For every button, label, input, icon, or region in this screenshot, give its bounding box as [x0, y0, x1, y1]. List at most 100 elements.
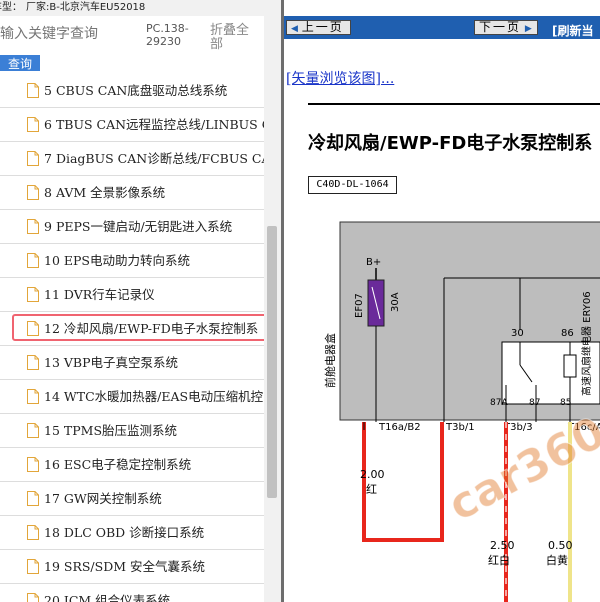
- list-item[interactable]: 15 TPMS胎压监测系统: [0, 414, 264, 448]
- list-item-number: 16: [44, 457, 60, 472]
- list-item[interactable]: 7 DiagBUS CAN诊断总线/FCBUS CAN: [0, 142, 264, 176]
- relay-label: 高速风扇继电器 ERY06: [580, 291, 593, 396]
- document-icon: [27, 321, 39, 336]
- wire-color-name: 红: [366, 483, 377, 496]
- box-label: 前舱电器盒: [323, 333, 337, 388]
- relay-pin-87: 87: [529, 398, 540, 408]
- document-icon: [27, 559, 39, 574]
- document-icon: [27, 151, 39, 166]
- vehicle-info-bar: 车型： 厂家:B-北京汽车EU52018: [0, 0, 281, 16]
- list-item[interactable]: 11 DVR行车记录仪: [0, 278, 264, 312]
- search-row: 查询 PC.138-29230 折叠全部: [0, 16, 281, 74]
- document-icon: [27, 253, 39, 268]
- pc-code: PC.138-29230: [146, 22, 189, 48]
- list-item[interactable]: 8 AVM 全景影像系统: [0, 176, 264, 210]
- list-item-text: DLC OBD 诊断接口系统: [63, 525, 205, 540]
- next-page-button[interactable]: 下一页 ▶: [474, 20, 538, 35]
- list-item-text: TPMS胎压监测系统: [63, 423, 178, 438]
- catalog-pane: 车型： 厂家:B-北京汽车EU52018 查询 PC.138-29230 折叠全…: [0, 0, 281, 602]
- list-item[interactable]: 19 SRS/SDM 安全气囊系统: [0, 550, 264, 584]
- document-icon: [27, 219, 39, 234]
- list-item-text: PEPS一键启动/无钥匙进入系统: [55, 219, 233, 234]
- list-item-number: 12: [44, 321, 60, 336]
- fuse-rating: 30A: [390, 292, 401, 312]
- list-item[interactable]: 9 PEPS一键启动/无钥匙进入系统: [0, 210, 264, 244]
- document-icon: [27, 355, 39, 370]
- relay-pin-30: 30: [511, 328, 524, 339]
- document-icon: [27, 593, 39, 602]
- prev-page-label: 上一页: [301, 20, 344, 34]
- document-icon: [27, 83, 39, 98]
- wire-gauge: 2.00: [360, 468, 385, 481]
- list-item-number: 13: [44, 355, 60, 370]
- list-item[interactable]: 17 GW网关控制系统: [0, 482, 264, 516]
- list-item-label: 20 ICM 组合仪表系统: [44, 593, 170, 602]
- document-icon: [27, 185, 39, 200]
- list-item-number: 7: [44, 151, 52, 166]
- list-item[interactable]: 20 ICM 组合仪表系统: [0, 584, 264, 602]
- list-item-text: DVR行车记录仪: [63, 287, 155, 302]
- scrollbar-thumb[interactable]: [267, 226, 277, 498]
- relay-coil: [563, 354, 577, 378]
- viewer-top-strip: [284, 0, 600, 16]
- list-item[interactable]: 12 冷却风扇/EWP-FD电子水泵控制系: [0, 312, 264, 346]
- list-item-number: 11: [44, 287, 60, 302]
- wire-color-name: 白黄: [546, 553, 568, 567]
- list-item-label: 12 冷却风扇/EWP-FD电子水泵控制系: [44, 321, 258, 336]
- list-item[interactable]: 16 ESC电子稳定控制系统: [0, 448, 264, 482]
- list-item-label: 19 SRS/SDM 安全气囊系统: [44, 559, 205, 574]
- list-item-text: WTC水暖加热器/EAS电动压缩机控: [63, 389, 264, 404]
- list-item-text: GW网关控制系统: [63, 491, 162, 506]
- list-item-text: DiagBUS CAN诊断总线/FCBUS CAN: [55, 151, 264, 166]
- fuse-supply-label: B+: [366, 257, 381, 268]
- list-item[interactable]: 10 EPS电动助力转向系统: [0, 244, 264, 278]
- list-item-number: 18: [44, 525, 60, 540]
- list-item-label: 13 VBP电子真空泵系统: [44, 355, 178, 370]
- viewer-pane: ◀ 上一页 下一页 ▶ [刷新当 [矢量浏览该图]... 冷却风扇/EWP-FD…: [284, 0, 600, 602]
- list-item-number: 9: [44, 219, 52, 234]
- list-item-label: 8 AVM 全景影像系统: [44, 185, 165, 200]
- search-input[interactable]: [0, 24, 142, 44]
- refresh-link[interactable]: [刷新当: [552, 22, 594, 39]
- vehicle-prefix: 车型：: [0, 2, 22, 13]
- list-item-text: ESC电子稳定控制系统: [63, 457, 192, 472]
- list-item-label: 11 DVR行车记录仪: [44, 287, 155, 302]
- list-item[interactable]: 14 WTC水暖加热器/EAS电动压缩机控: [0, 380, 264, 414]
- list-item[interactable]: 6 TBUS CAN远程监控总线/LINBUS CA: [0, 108, 264, 142]
- wire-gauge: 0.50: [548, 539, 573, 552]
- list-item-label: 10 EPS电动助力转向系统: [44, 253, 190, 268]
- list-item[interactable]: 13 VBP电子真空泵系统: [0, 346, 264, 380]
- arrow-left-icon: ◀: [291, 24, 298, 34]
- document-icon: [27, 491, 39, 506]
- list-item-number: 10: [44, 253, 60, 268]
- fuse-id: EF07: [354, 293, 365, 318]
- list-item-text: EPS电动助力转向系统: [63, 253, 190, 268]
- document-icon: [27, 389, 39, 404]
- list-item-label: 17 GW网关控制系统: [44, 491, 162, 506]
- list-item[interactable]: 18 DLC OBD 诊断接口系统: [0, 516, 264, 550]
- list-item-label: 6 TBUS CAN远程监控总线/LINBUS CA: [44, 117, 264, 132]
- vehicle-name: 厂家:B-北京汽车EU52018: [26, 2, 146, 13]
- list-item-text: ICM 组合仪表系统: [63, 593, 171, 602]
- document-icon: [27, 457, 39, 472]
- prev-page-button[interactable]: ◀ 上一页: [286, 20, 351, 35]
- wire-color-name: 红白: [488, 553, 510, 567]
- red-wire: [362, 422, 444, 542]
- collapse-all-link[interactable]: 折叠全部: [210, 24, 254, 52]
- document-icon: [27, 423, 39, 438]
- list-item-number: 17: [44, 491, 60, 506]
- diagram-heading: 冷却风扇/EWP-FD电子水泵控制系: [308, 133, 593, 154]
- vector-view-link[interactable]: [矢量浏览该图]...: [286, 71, 394, 87]
- list-item-label: 15 TPMS胎压监测系统: [44, 423, 177, 438]
- relay-pin-86: 86: [561, 328, 574, 339]
- list-item[interactable]: 5 CBUS CAN底盘驱动总线系统: [0, 74, 264, 108]
- wiring-diagram: 前舱电器盒 B+ EF07 30A 30 86 87A 87 85 高速风扇继电…: [323, 221, 600, 602]
- list-item-number: 6: [44, 117, 52, 132]
- list-item-number: 14: [44, 389, 60, 404]
- next-page-label: 下一页: [479, 20, 522, 34]
- list-item-label: 14 WTC水暖加热器/EAS电动压缩机控: [44, 389, 263, 404]
- list-item-number: 5: [44, 83, 52, 98]
- list-item-label: 16 ESC电子稳定控制系统: [44, 457, 191, 472]
- search-button[interactable]: 查询: [0, 55, 40, 71]
- list-item-number: 19: [44, 559, 60, 574]
